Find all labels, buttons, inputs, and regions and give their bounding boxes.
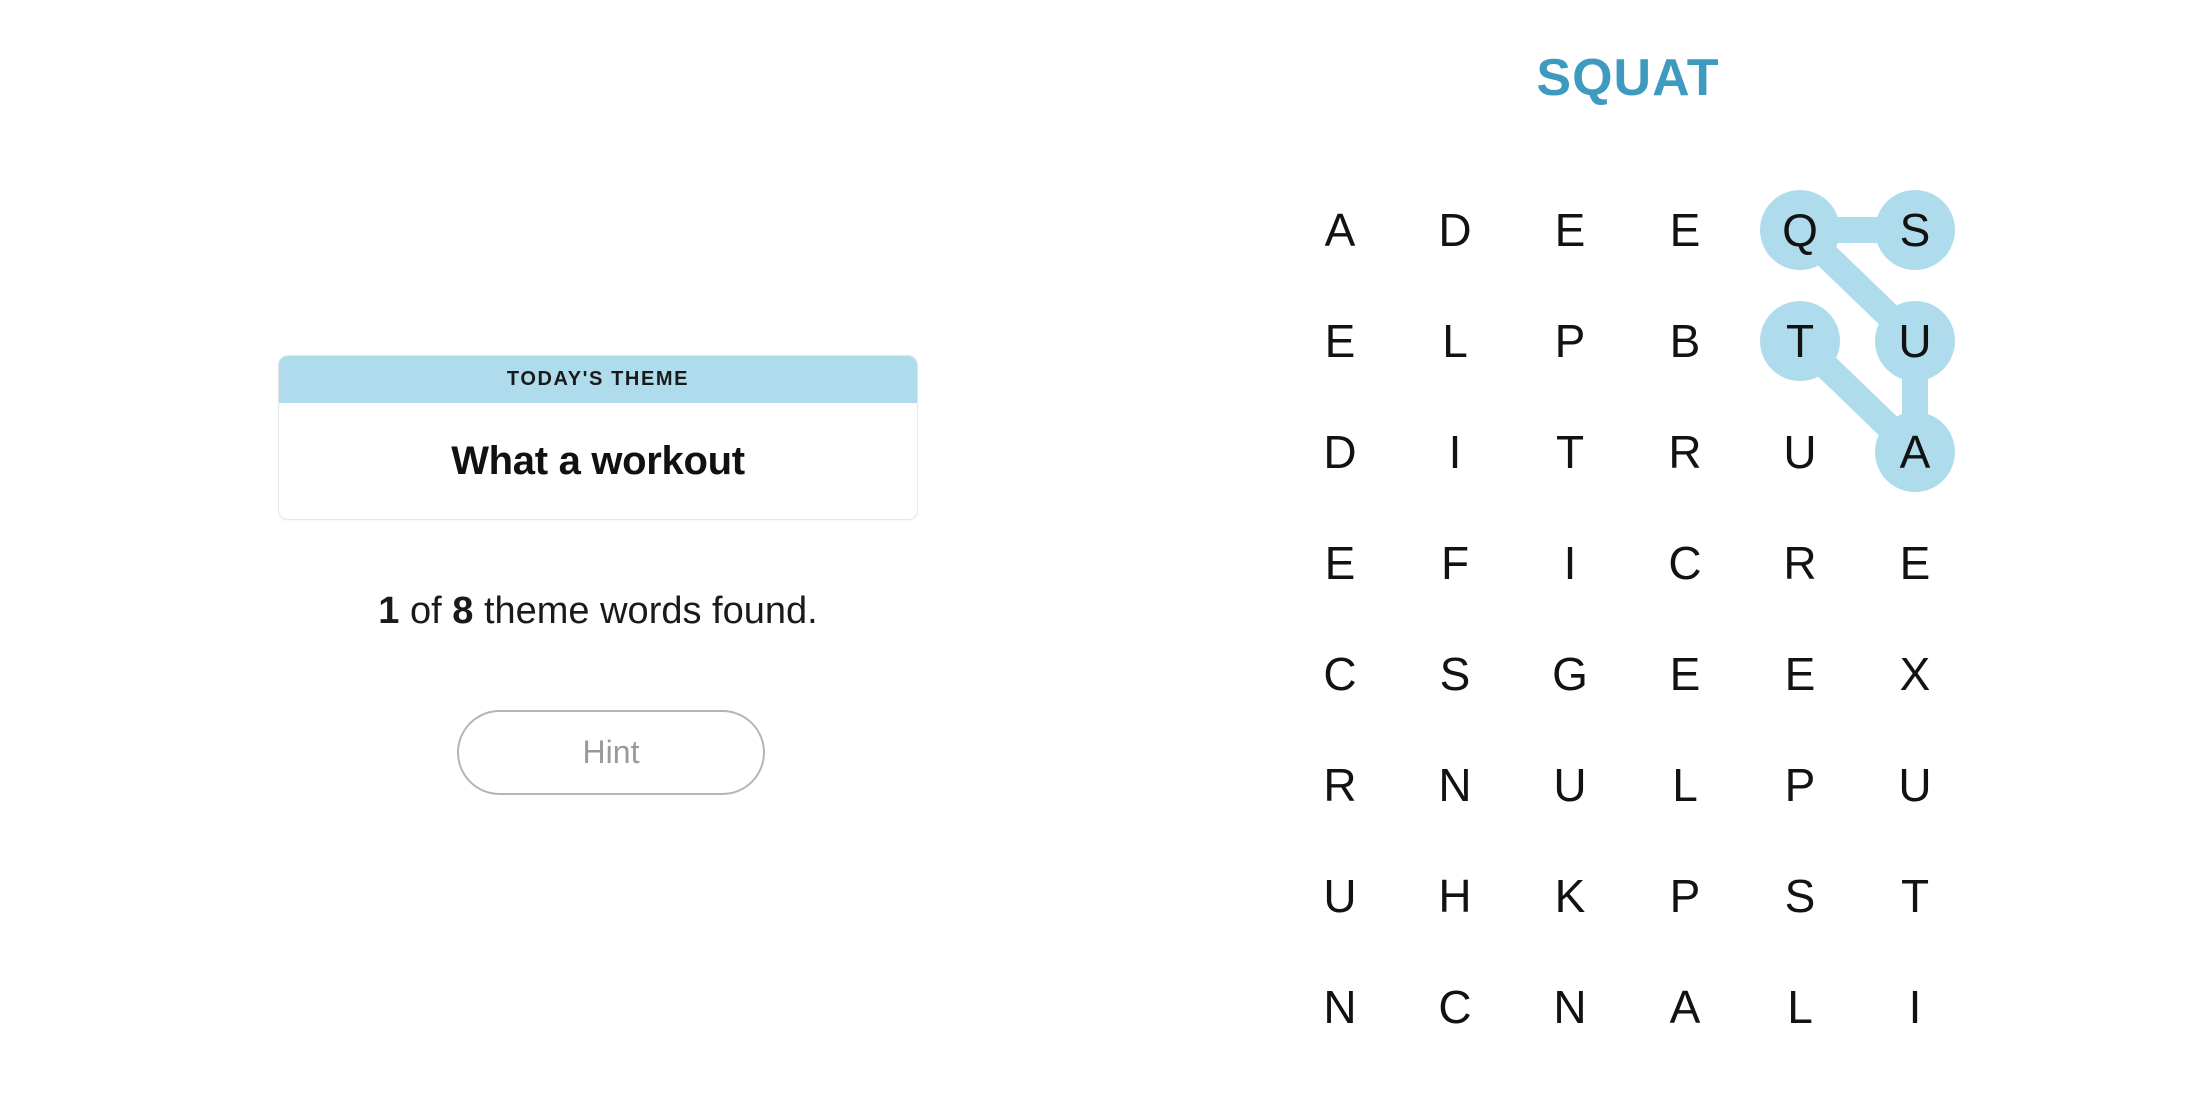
letter-cell[interactable]: E (1290, 291, 1390, 391)
progress-suffix: theme words found. (473, 590, 818, 632)
letter-cell[interactable]: S (1750, 846, 1850, 946)
letter-cell[interactable]: E (1290, 513, 1390, 613)
letter-cell[interactable]: U (1865, 291, 1965, 391)
theme-card-body: What a workout (279, 403, 917, 519)
letter-cell[interactable]: E (1750, 624, 1850, 724)
found-count: 1 (378, 590, 400, 632)
letter-cell[interactable]: A (1635, 957, 1735, 1057)
letter-cell[interactable]: T (1865, 846, 1965, 946)
letter-cell[interactable]: P (1520, 291, 1620, 391)
theme-title: What a workout (451, 438, 745, 483)
todays-theme-card: TODAY'S THEME What a workout (278, 355, 918, 520)
theme-card-header: TODAY'S THEME (279, 356, 917, 403)
letter-cell[interactable]: X (1865, 624, 1965, 724)
letter-cell[interactable]: U (1750, 402, 1850, 502)
puzzle-panel: SQUAT ADEEQSELPBTUDITRUAEFICRECSGEEXRNUL… (1200, 0, 2200, 1100)
letter-cell[interactable]: F (1405, 513, 1505, 613)
hint-button[interactable]: Hint (457, 710, 765, 795)
letter-cell[interactable]: U (1865, 735, 1965, 835)
letter-cell[interactable]: U (1290, 846, 1390, 946)
letter-cell[interactable]: N (1290, 957, 1390, 1057)
letter-cell[interactable]: I (1405, 402, 1505, 502)
letter-cell[interactable]: A (1290, 180, 1390, 280)
letter-cell[interactable]: U (1520, 735, 1620, 835)
total-count: 8 (452, 590, 474, 632)
letter-cell[interactable]: L (1750, 957, 1850, 1057)
letter-cell[interactable]: S (1865, 180, 1965, 280)
letter-cell[interactable]: S (1405, 624, 1505, 724)
letter-cell[interactable]: P (1635, 846, 1735, 946)
letter-cell[interactable]: A (1865, 402, 1965, 502)
letter-cell[interactable]: N (1405, 735, 1505, 835)
letter-cell[interactable]: P (1750, 735, 1850, 835)
letter-cell[interactable]: T (1750, 291, 1850, 391)
letter-cell[interactable]: R (1635, 402, 1735, 502)
letter-cell[interactable]: R (1750, 513, 1850, 613)
letter-cell[interactable]: D (1405, 180, 1505, 280)
letter-cell[interactable]: B (1635, 291, 1735, 391)
letter-cell[interactable]: K (1520, 846, 1620, 946)
letter-cell[interactable]: L (1405, 291, 1505, 391)
letter-cell[interactable]: T (1520, 402, 1620, 502)
letter-cell[interactable]: I (1520, 513, 1620, 613)
theme-panel: TODAY'S THEME What a workout 1 of 8 them… (0, 0, 1200, 1100)
letter-grid[interactable]: ADEEQSELPBTUDITRUAEFICRECSGEEXRNULPUUHKP… (1200, 0, 2200, 1100)
letter-cell[interactable]: I (1865, 957, 1965, 1057)
letter-cell[interactable]: E (1635, 180, 1735, 280)
theme-card-header-label: TODAY'S THEME (506, 368, 690, 390)
letter-cell[interactable]: E (1865, 513, 1965, 613)
letter-cell[interactable]: E (1635, 624, 1735, 724)
letter-cell[interactable]: C (1290, 624, 1390, 724)
letter-cell[interactable]: G (1520, 624, 1620, 724)
progress-status: 1 of 8 theme words found. (278, 590, 918, 633)
letter-cell[interactable]: L (1635, 735, 1735, 835)
letter-cell[interactable]: H (1405, 846, 1505, 946)
letter-cell[interactable]: C (1635, 513, 1735, 613)
letter-cell[interactable]: N (1520, 957, 1620, 1057)
letter-cell[interactable]: C (1405, 957, 1505, 1057)
progress-connector: of (399, 590, 453, 632)
letter-cell[interactable]: R (1290, 735, 1390, 835)
letter-cell[interactable]: E (1520, 180, 1620, 280)
word-search-app: TODAY'S THEME What a workout 1 of 8 them… (0, 0, 2200, 1100)
letter-cell[interactable]: Q (1750, 180, 1850, 280)
letter-cell[interactable]: D (1290, 402, 1390, 502)
